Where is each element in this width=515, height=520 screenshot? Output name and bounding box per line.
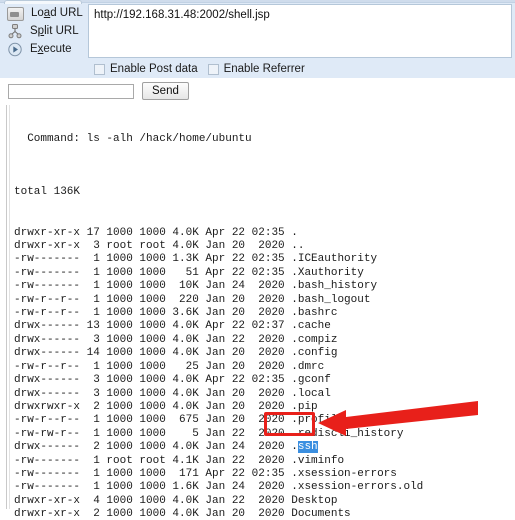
send-button[interactable]: Send bbox=[142, 82, 189, 100]
load-url-label: Load URL bbox=[31, 7, 83, 19]
listing-row-meta: drwx------ 13 1000 1000 4.0K Apr 22 02:3… bbox=[14, 320, 292, 333]
checkbox-box bbox=[94, 63, 105, 75]
listing-row-meta: drwxrwxr-x 2 1000 1000 4.0K Jan 20 2020 bbox=[14, 400, 292, 413]
listing-row-name: .pip bbox=[291, 400, 318, 413]
listing-row-name: .bash_logout bbox=[291, 293, 371, 306]
listing-row-name: .gconf bbox=[291, 374, 331, 387]
listing-row-meta: drwxr-xr-x 4 1000 1000 4.0K Jan 22 2020 bbox=[14, 494, 292, 507]
browser-window-icon bbox=[7, 7, 24, 21]
hackbar-options-row: Enable Post data Enable Referrer bbox=[0, 60, 515, 78]
play-circle-icon bbox=[7, 42, 23, 57]
listing-row-meta: -rw------- 1 1000 1000 10K Jan 24 2020 bbox=[14, 280, 292, 293]
listing-row-name: .config bbox=[291, 347, 338, 360]
enable-referrer-label: Enable Referrer bbox=[223, 63, 305, 75]
execute-label: Execute bbox=[30, 43, 72, 55]
listing-row: -rw-r--r-- 1 1000 1000 3.6K Jan 20 2020 … bbox=[14, 307, 512, 320]
listing-row-name: .rediscli_history bbox=[291, 427, 404, 440]
listing-row-meta: drwx------ 3 1000 1000 4.0K Jan 20 2020 bbox=[14, 387, 292, 400]
listing-row-meta: -rw------- 1 1000 1000 51 Apr 22 02:35 bbox=[14, 266, 292, 279]
enable-post-data-checkbox[interactable]: Enable Post data bbox=[94, 63, 198, 75]
url-input[interactable]: http://192.168.31.48:2002/shell.jsp bbox=[88, 4, 512, 58]
listing-row: -rw------- 1 1000 1000 1.3K Apr 22 02:35… bbox=[14, 253, 512, 266]
listing-row-meta: -rw------- 1 1000 1000 1.6K Jan 24 2020 bbox=[14, 481, 292, 494]
directory-listing: drwxr-xr-x 17 1000 1000 4.0K Apr 22 02:3… bbox=[14, 227, 512, 520]
listing-row: drwx------ 3 1000 1000 4.0K Jan 20 2020 … bbox=[14, 388, 512, 401]
listing-row-meta: drwxr-xr-x 2 1000 1000 4.0K Jan 20 2020 bbox=[14, 508, 292, 520]
listing-row-name: .viminfo bbox=[291, 454, 345, 467]
listing-row-meta: drwx------ 14 1000 1000 4.0K Jan 20 2020 bbox=[14, 347, 292, 360]
listing-row: -rw-r--r-- 1 1000 1000 675 Jan 20 2020 .… bbox=[14, 414, 512, 427]
listing-row-meta: -rw------- 1 1000 1000 1.3K Apr 22 02:35 bbox=[14, 253, 292, 266]
listing-row: drwx------ 13 1000 1000 4.0K Apr 22 02:3… bbox=[14, 320, 512, 333]
listing-row: drwx------ 3 1000 1000 4.0K Jan 22 2020 … bbox=[14, 334, 512, 347]
listing-row-name: .ssh bbox=[291, 441, 318, 454]
listing-row: drwx------ 2 1000 1000 4.0K Jan 24 2020 … bbox=[14, 441, 512, 454]
hackbar-toolbar: Load URL Split URL Execute http://192.16… bbox=[0, 0, 515, 78]
listing-row: drwxrwxr-x 2 1000 1000 4.0K Jan 20 2020 … bbox=[14, 401, 512, 414]
listing-row-name: .Xauthority bbox=[291, 266, 364, 279]
listing-row-name: .bashrc bbox=[291, 307, 338, 320]
split-url-label: Split URL bbox=[30, 25, 79, 37]
command-input[interactable] bbox=[8, 83, 134, 99]
listing-row-name: .ICEauthority bbox=[291, 253, 378, 266]
listing-row-name: Documents bbox=[291, 508, 351, 520]
listing-row-name: .local bbox=[291, 387, 331, 400]
listing-row: drwxr-xr-x 3 root root 4.0K Jan 20 2020 … bbox=[14, 240, 512, 253]
execute-button[interactable]: Execute bbox=[0, 40, 84, 58]
enable-post-data-label: Enable Post data bbox=[110, 63, 198, 75]
listing-row-name: .compiz bbox=[291, 333, 338, 346]
command-echo-line: Command: ls -alh /hack/home/ubuntu bbox=[14, 132, 252, 145]
listing-row-meta: drwx------ 3 1000 1000 4.0K Apr 22 02:35 bbox=[14, 374, 292, 387]
listing-row: drwxr-xr-x 17 1000 1000 4.0K Apr 22 02:3… bbox=[14, 227, 512, 240]
split-url-button[interactable]: Split URL bbox=[0, 22, 84, 40]
listing-row-name: . bbox=[291, 226, 298, 239]
listing-row-meta: -rw------- 1 1000 1000 171 Apr 22 02:35 bbox=[14, 467, 292, 480]
listing-row: drwx------ 14 1000 1000 4.0K Jan 20 2020… bbox=[14, 347, 512, 360]
listing-row-meta: -rw-r--r-- 1 1000 1000 675 Jan 20 2020 bbox=[14, 414, 292, 427]
listing-row: -rw-r--r-- 1 1000 1000 220 Jan 20 2020 .… bbox=[14, 294, 512, 307]
listing-row: -rw------- 1 root root 4.1K Jan 22 2020 … bbox=[14, 455, 512, 468]
checkbox-box bbox=[207, 63, 219, 75]
listing-row: -rw-r--r-- 1 1000 1000 25 Jan 20 2020 .d… bbox=[14, 361, 512, 374]
listing-row-meta: drwx------ 2 1000 1000 4.0K Jan 24 2020 bbox=[14, 441, 292, 454]
listing-row-name: Desktop bbox=[291, 494, 338, 507]
shell-page: Send Command: ls -alh /hack/home/ubuntu … bbox=[0, 78, 515, 520]
shell-output: Command: ls -alh /hack/home/ubuntu total… bbox=[14, 106, 512, 520]
listing-row-name: .profile bbox=[291, 414, 345, 427]
listing-row-name: .cache bbox=[291, 320, 331, 333]
selected-text: ssh bbox=[297, 441, 318, 454]
listing-row: -rw-rw-r-- 1 1000 1000 5 Jan 22 2020 .re… bbox=[14, 428, 512, 441]
total-line: total 136K bbox=[14, 186, 81, 199]
enable-referrer-checkbox[interactable]: Enable Referrer bbox=[207, 63, 305, 75]
listing-row: -rw------- 1 1000 1000 1.6K Jan 24 2020 … bbox=[14, 481, 512, 494]
listing-row: -rw------- 1 1000 1000 171 Apr 22 02:35 … bbox=[14, 468, 512, 481]
listing-row-name: .xsession-errors.old bbox=[291, 481, 424, 494]
listing-row-name: .. bbox=[291, 240, 305, 253]
page-left-rule bbox=[6, 105, 7, 509]
listing-row-meta: -rw-r--r-- 1 1000 1000 3.6K Jan 20 2020 bbox=[14, 307, 292, 320]
listing-row-meta: -rw------- 1 root root 4.1K Jan 22 2020 bbox=[14, 454, 292, 467]
listing-row-meta: -rw-r--r-- 1 1000 1000 25 Jan 20 2020 bbox=[14, 360, 292, 373]
listing-row: drwxr-xr-x 2 1000 1000 4.0K Jan 20 2020 … bbox=[14, 508, 512, 520]
load-url-button[interactable]: Load URL bbox=[0, 4, 84, 22]
listing-row-meta: drwx------ 3 1000 1000 4.0K Jan 22 2020 bbox=[14, 333, 292, 346]
listing-row: -rw------- 1 1000 1000 10K Jan 24 2020 .… bbox=[14, 280, 512, 293]
listing-row-meta: drwxr-xr-x 3 root root 4.0K Jan 20 2020 bbox=[14, 240, 292, 253]
url-text: http://192.168.31.48:2002/shell.jsp bbox=[94, 9, 270, 21]
listing-row-name: .xsession-errors bbox=[291, 467, 397, 480]
listing-row-meta: drwxr-xr-x 17 1000 1000 4.0K Apr 22 02:3… bbox=[14, 226, 292, 239]
listing-row-meta: -rw-r--r-- 1 1000 1000 220 Jan 20 2020 bbox=[14, 293, 292, 306]
listing-row: drwxr-xr-x 4 1000 1000 4.0K Jan 22 2020 … bbox=[14, 495, 512, 508]
command-form: Send bbox=[8, 82, 189, 100]
listing-row: -rw------- 1 1000 1000 51 Apr 22 02:35 .… bbox=[14, 267, 512, 280]
listing-row: drwx------ 3 1000 1000 4.0K Apr 22 02:35… bbox=[14, 374, 512, 387]
listing-row-meta: -rw-rw-r-- 1 1000 1000 5 Jan 22 2020 bbox=[14, 427, 292, 440]
listing-row-name: .bash_history bbox=[291, 280, 378, 293]
page-left-rule-inner bbox=[9, 105, 10, 509]
listing-row-name: .dmrc bbox=[291, 360, 325, 373]
fork-icon bbox=[7, 23, 23, 39]
hackbar-action-list: Load URL Split URL Execute bbox=[0, 4, 84, 58]
